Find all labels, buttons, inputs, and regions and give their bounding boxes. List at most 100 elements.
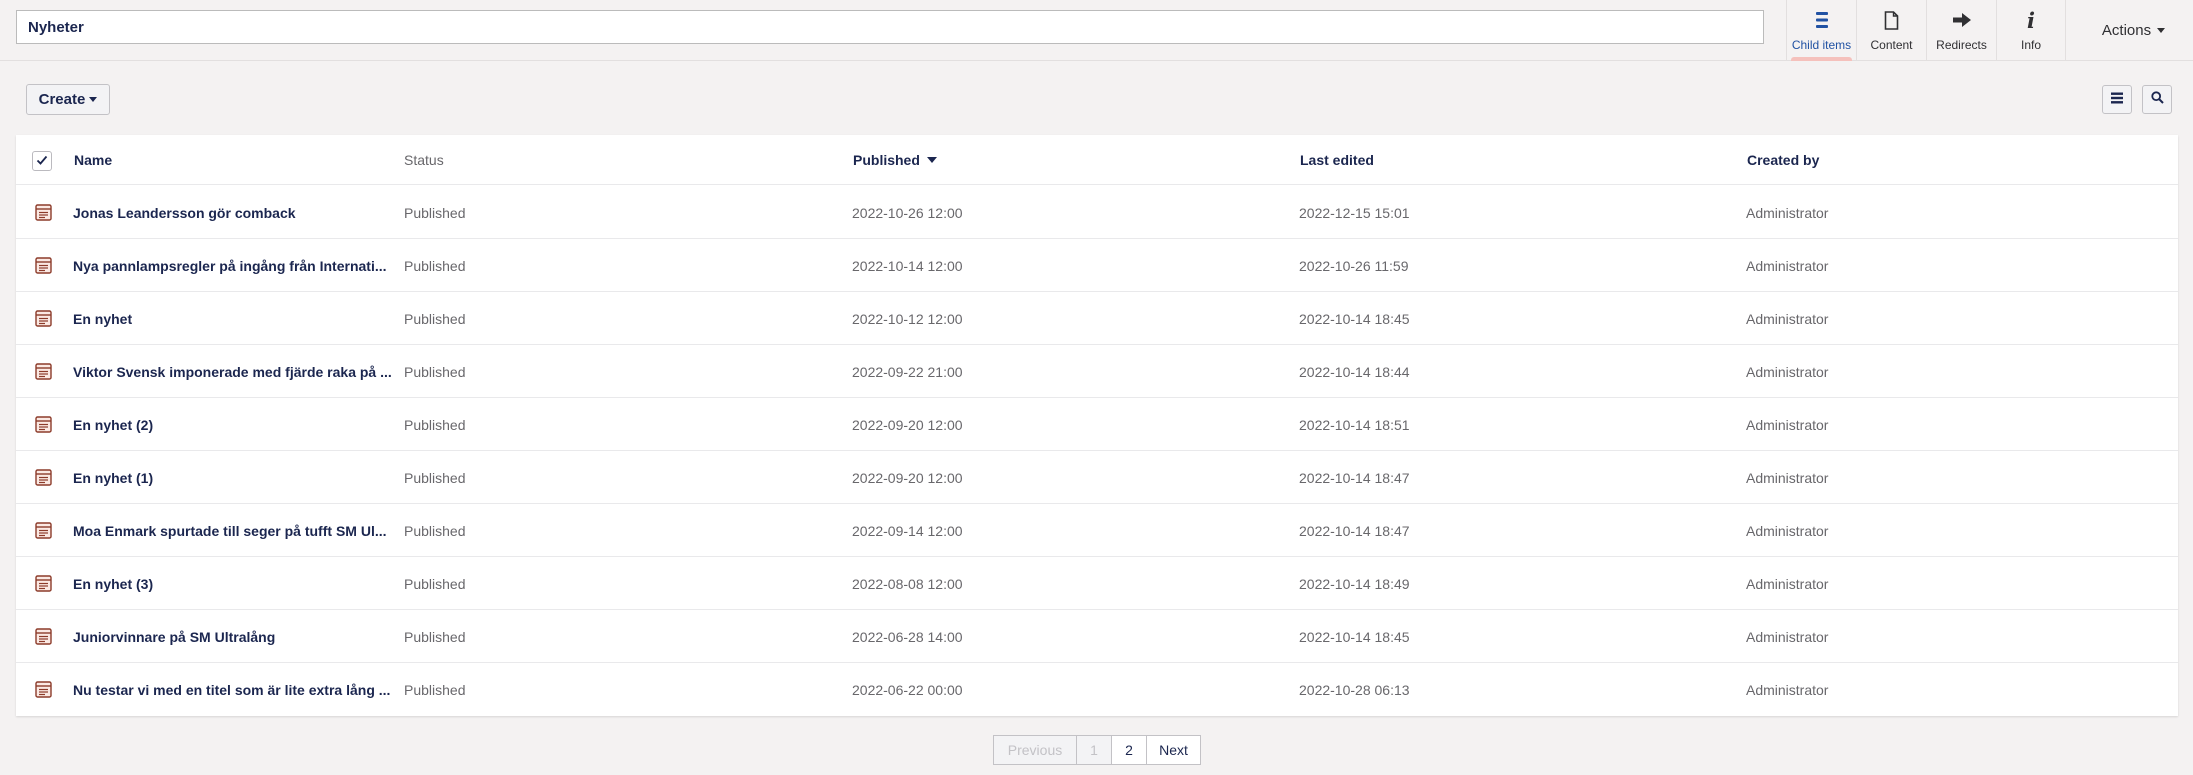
document-type-icon (35, 204, 52, 221)
cell-last-edited: 2022-10-14 18:51 (1299, 416, 1410, 433)
table-row[interactable]: Viktor Svensk imponerade med fjärde raka… (16, 345, 2178, 398)
document-type-icon (35, 628, 52, 645)
actions-label: Actions (2101, 22, 2152, 39)
cell-published: 2022-06-28 14:00 (852, 628, 963, 645)
next-page-button[interactable]: Next (1146, 735, 1201, 765)
document-type-icon (35, 416, 52, 433)
cell-last-edited: 2022-10-14 18:47 (1299, 469, 1410, 486)
cell-status: Published (404, 204, 466, 221)
cell-created-by: Administrator (1746, 575, 1829, 592)
cell-name[interactable]: Moa Enmark spurtade till seger på tufft … (73, 504, 393, 557)
cell-published: 2022-09-20 12:00 (852, 469, 963, 486)
cell-name[interactable]: Viktor Svensk imponerade med fjärde raka… (73, 345, 393, 398)
create-label: Create (38, 91, 86, 108)
cell-last-edited: 2022-10-14 18:44 (1299, 363, 1410, 380)
document-icon (1884, 9, 1899, 31)
page-2-button[interactable]: 2 (1111, 735, 1147, 765)
cell-name[interactable]: Juniorvinnare på SM Ultralång (73, 610, 393, 663)
cell-created-by: Administrator (1746, 628, 1829, 645)
caret-down-icon (2157, 28, 2166, 33)
cell-created-by: Administrator (1746, 469, 1829, 486)
cell-published: 2022-10-12 12:00 (852, 310, 963, 327)
app-info[interactable]: i Info (1996, 0, 2066, 61)
cell-published: 2022-08-08 12:00 (852, 575, 963, 592)
app-label: Redirects (1936, 38, 1987, 52)
cell-status: Published (404, 575, 466, 592)
app-label: Info (2020, 38, 2041, 52)
cell-created-by: Administrator (1746, 310, 1829, 327)
app-child-items[interactable]: Child items (1786, 0, 1856, 61)
content-header: Child items Content Redirects i Info (0, 0, 2193, 61)
sort-descending-icon (926, 157, 937, 163)
cell-published: 2022-09-20 12:00 (852, 416, 963, 433)
column-label: Name (74, 152, 113, 168)
column-header-last-edited[interactable]: Last edited (1300, 135, 1374, 185)
cell-created-by: Administrator (1746, 416, 1829, 433)
cell-published: 2022-09-14 12:00 (852, 522, 963, 539)
cell-status: Published (404, 522, 466, 539)
cell-created-by: Administrator (1746, 363, 1829, 380)
page-1-button[interactable]: 1 (1076, 735, 1112, 765)
list-view-icon (2111, 91, 2123, 109)
next-label: Next (1159, 742, 1188, 758)
cell-created-by: Administrator (1746, 257, 1829, 274)
app-label: Content (1870, 38, 1913, 52)
cell-last-edited: 2022-10-14 18:47 (1299, 522, 1410, 539)
cell-published: 2022-09-22 21:00 (852, 363, 963, 380)
list-view-button[interactable] (2102, 85, 2132, 114)
cell-created-by: Administrator (1746, 522, 1829, 539)
app-redirects[interactable]: Redirects (1926, 0, 1996, 61)
column-label: Published (853, 152, 920, 168)
column-header-published[interactable]: Published (853, 135, 937, 185)
document-type-icon (35, 257, 52, 274)
document-type-icon (35, 522, 52, 539)
column-header-created-by[interactable]: Created by (1747, 135, 1819, 185)
document-type-icon (35, 310, 52, 327)
table-row[interactable]: Moa Enmark spurtade till seger på tufft … (16, 504, 2178, 557)
cell-name[interactable]: En nyhet (1) (73, 451, 393, 504)
select-all-checkbox[interactable] (32, 151, 52, 171)
cell-published: 2022-10-14 12:00 (852, 257, 963, 274)
content-apps: Child items Content Redirects i Info (1786, 0, 2066, 61)
checkmark-icon (36, 152, 48, 170)
cell-name[interactable]: En nyhet (73, 292, 393, 345)
search-button[interactable] (2142, 85, 2172, 114)
cell-name[interactable]: En nyhet (2) (73, 398, 393, 451)
cell-name[interactable]: En nyhet (3) (73, 557, 393, 610)
column-label: Last edited (1300, 152, 1374, 168)
cell-last-edited: 2022-12-15 15:01 (1299, 204, 1410, 221)
table-row[interactable]: Jonas Leandersson gör comback Published 20… (16, 186, 2178, 239)
create-button[interactable]: Create (26, 84, 110, 115)
pagination: Previous 1 2 Next (993, 735, 1201, 765)
cell-last-edited: 2022-10-14 18:49 (1299, 575, 1410, 592)
cell-name[interactable]: Nya pannlampsregler på ingång från Inter… (73, 239, 393, 292)
child-items-table: Name Status Published Last edited Create… (16, 135, 2178, 716)
cell-name[interactable]: Nu testar vi med en titel som är lite ex… (73, 663, 393, 716)
content-name-input[interactable] (16, 10, 1764, 44)
table-row[interactable]: En nyhet (2) Published 2022-09-20 12:00 202… (16, 398, 2178, 451)
search-icon (2150, 90, 2164, 109)
actions-dropdown-button[interactable]: Actions (2074, 0, 2193, 61)
table-row[interactable]: Nya pannlampsregler på ingång från Inter… (16, 239, 2178, 292)
cell-status: Published (404, 681, 466, 698)
column-label: Created by (1747, 152, 1820, 168)
cell-last-edited: 2022-10-28 06:13 (1299, 681, 1410, 698)
table-row[interactable]: En nyhet (1) Published 2022-09-20 12:00 202… (16, 451, 2178, 504)
cell-published: 2022-10-26 12:00 (852, 204, 963, 221)
cell-created-by: Administrator (1746, 204, 1829, 221)
cell-last-edited: 2022-10-14 18:45 (1299, 310, 1410, 327)
column-label: Status (404, 152, 444, 168)
column-header-name[interactable]: Name (74, 135, 112, 185)
document-type-icon (35, 469, 52, 486)
table-row[interactable]: En nyhet Published 2022-10-12 12:00 2022-10… (16, 292, 2178, 345)
previous-label: Previous (1007, 742, 1063, 758)
cell-name[interactable]: Jonas Leandersson gör comback (73, 186, 393, 239)
cell-status: Published (404, 628, 466, 645)
cell-status: Published (404, 363, 466, 380)
cell-created-by: Administrator (1746, 681, 1829, 698)
table-row[interactable]: En nyhet (3) Published 2022-08-08 12:00 202… (16, 557, 2178, 610)
table-row[interactable]: Nu testar vi med en titel som är lite ex… (16, 663, 2178, 716)
previous-page-button[interactable]: Previous (993, 735, 1077, 765)
app-content[interactable]: Content (1856, 0, 1926, 61)
table-row[interactable]: Juniorvinnare på SM Ultralång Published 20… (16, 610, 2178, 663)
